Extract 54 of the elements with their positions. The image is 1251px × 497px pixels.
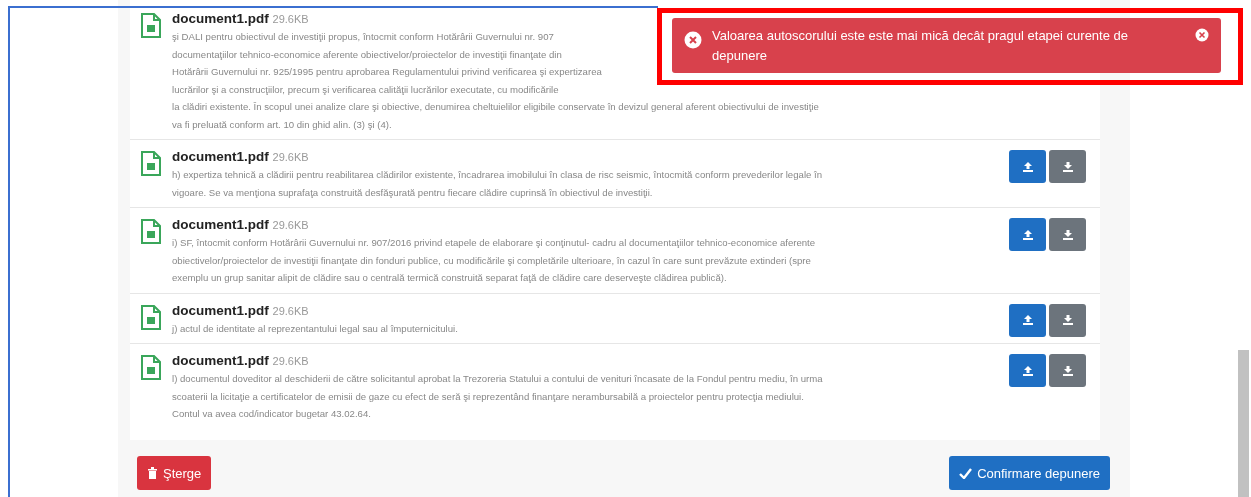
- upload-button[interactable]: [1009, 150, 1046, 183]
- download-icon: [1061, 160, 1074, 173]
- file-description: la clădiri existente. În scopul unei analize clare şi obiective, denumirea cheltuielilor eligibile conservate în devizul general aferent obiectivului de investiţie: [172, 100, 819, 114]
- file-description: scoaterii la licitaţie a certificatelor de emisii de gaze cu efect de seră şi reprezentând finanţare nerambursabilă a proiectelor pentru protecţia mediului.: [172, 389, 804, 404]
- file-size: 29.6KB: [272, 151, 309, 163]
- file-description: exemplu un grup sanitar alipit de clădire sau o centrală termică construită separat faţă de clădire care deserveşte clădirea publică).: [172, 271, 727, 285]
- file-size: 29.6KB: [272, 355, 309, 367]
- delete-button[interactable]: Şterge: [137, 456, 212, 490]
- file-icon: [140, 151, 162, 177]
- download-icon: [1061, 364, 1074, 377]
- file-description: va fi preluată conform art. 10 din ghid alin. (3) şi (4).: [172, 117, 392, 132]
- upload-icon: [1021, 364, 1034, 377]
- error-icon: [684, 31, 702, 49]
- file-icon: [140, 219, 162, 245]
- scrollbar-thumb[interactable]: [1238, 350, 1249, 497]
- file-description: documentaţiilor tehnico-economice aferente obiectivelor/proiectelor de investiţii finanţate din: [172, 47, 562, 62]
- file-size: 29.6KB: [272, 13, 309, 25]
- file-name[interactable]: document1.pdf: [172, 302, 269, 318]
- file-description: j) actul de identitate al reprezentantului legal sau al împuternicitului.: [172, 321, 458, 336]
- checkmark-icon: [959, 467, 973, 479]
- file-description: vigoare. Se va menţiona suprafaţa construită desfăşurată pentru fiecare clădire cuprinsă în obiectivul de investiţii.: [172, 185, 653, 200]
- file-name[interactable]: document1.pdf: [172, 353, 269, 368]
- file-size: 29.6KB: [272, 219, 309, 231]
- file-description: lucrărilor şi a construcţiilor, precum şi verificarea calităţii lucrărilor executate, cu modificările: [172, 82, 559, 97]
- close-icon[interactable]: [1195, 28, 1209, 42]
- file-icon: [140, 13, 162, 39]
- upload-button[interactable]: [1009, 354, 1046, 387]
- trash-icon: [147, 467, 158, 479]
- download-button[interactable]: [1049, 303, 1086, 337]
- download-button[interactable]: [1049, 354, 1086, 387]
- file-description: h) expertiza tehnică a clădirii pentru reabilitarea clădirilor existente, încadrarea imobilului în clasa de risc seismic, întocmită conform prevederilor legale în: [172, 168, 822, 182]
- error-message: Valoarea autoscorului este este mai mică decât pragul etapei curente de depunere: [712, 27, 1129, 65]
- confirm-button[interactable]: Confirmare depunere: [949, 456, 1110, 490]
- download-icon: [1061, 314, 1074, 326]
- file-icon: [140, 355, 162, 381]
- upload-icon: [1021, 228, 1034, 241]
- file-description: l) documentul doveditor al deschiderii de către solicitantul aprobat la Trezoreria Statului a contului de venituri încasate de la Fondul pentru mediu, în urma: [172, 372, 823, 386]
- file-name[interactable]: document1.pdf: [172, 217, 269, 232]
- file-description: Contul va avea cod/indicator bugetar 43.02.64.: [172, 407, 371, 421]
- file-name[interactable]: document1.pdf: [172, 11, 269, 26]
- download-icon: [1061, 228, 1074, 241]
- file-size: 29.6KB: [272, 304, 309, 317]
- download-button[interactable]: [1049, 218, 1086, 251]
- file-description: obiectivelor/proiectelor de investiţii finanţate din fonduri publice, cu modificările şi completările ulterioare, în cazul în care sunt prevăzute extinderi (spre: [172, 253, 811, 268]
- file-description: şi DALI pentru obiectivul de investiţii propus, întocmit conform Hotărârii Guvernului nr. 907: [172, 30, 554, 44]
- download-button[interactable]: [1049, 150, 1086, 183]
- upload-button[interactable]: [1009, 218, 1046, 251]
- file-description: Hotărârii Guvernului nr. 925/1995 pentru aprobarea Regulamentului privind verificarea şi expertizarea: [172, 65, 602, 79]
- upload-icon: [1021, 160, 1034, 173]
- file-name[interactable]: document1.pdf: [172, 149, 269, 164]
- file-description: i) SF, întocmit conform Hotărârii Guvernului nr. 907/2016 privind etapele de elaborare şi conţinutul- cadru al documentaţiilor tehnico-economice aferente: [172, 236, 816, 250]
- file-icon: [140, 304, 162, 331]
- upload-icon: [1021, 314, 1034, 326]
- upload-button[interactable]: [1009, 303, 1046, 337]
